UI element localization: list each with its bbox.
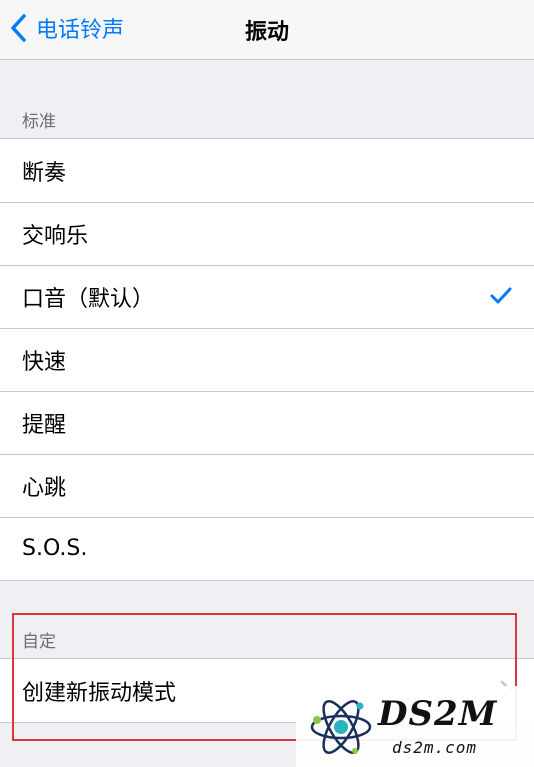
option-label: 心跳 xyxy=(22,475,67,501)
page-title: 振动 xyxy=(244,20,289,45)
vibration-option-symphony[interactable]: 交响乐 xyxy=(0,202,534,265)
section-header-standard: 标准 xyxy=(22,112,56,132)
option-label: 断奏 xyxy=(22,160,67,186)
option-label: 交响乐 xyxy=(22,223,89,249)
navigation-bar: 电话铃声 振动 xyxy=(0,0,534,60)
vibration-option-staccato[interactable]: 断奏 xyxy=(0,139,534,202)
checkmark-icon xyxy=(490,287,512,304)
option-label: 快速 xyxy=(22,349,67,375)
vibration-option-quick[interactable]: 快速 xyxy=(0,328,534,391)
vibration-option-heartbeat[interactable]: 心跳 xyxy=(0,454,534,517)
vibration-option-alert[interactable]: 提醒 xyxy=(0,391,534,454)
watermark-subtitle: ds2m.com xyxy=(392,738,478,757)
watermark-title: DS2M xyxy=(378,694,498,734)
watermark: DS2M ds2m.com xyxy=(296,686,534,767)
atom-logo-icon xyxy=(310,700,372,754)
option-label: S.O.S. xyxy=(22,536,88,561)
option-label: 提醒 xyxy=(22,412,67,438)
option-label: 口音（默认） xyxy=(22,286,155,312)
vibration-option-accent-default[interactable]: 口音（默认） xyxy=(0,265,534,328)
standard-vibrations-list: 断奏 交响乐 口音（默认） 快速 提醒 心跳 S.O.S. xyxy=(0,138,534,581)
vibration-option-sos[interactable]: S.O.S. xyxy=(0,517,534,580)
